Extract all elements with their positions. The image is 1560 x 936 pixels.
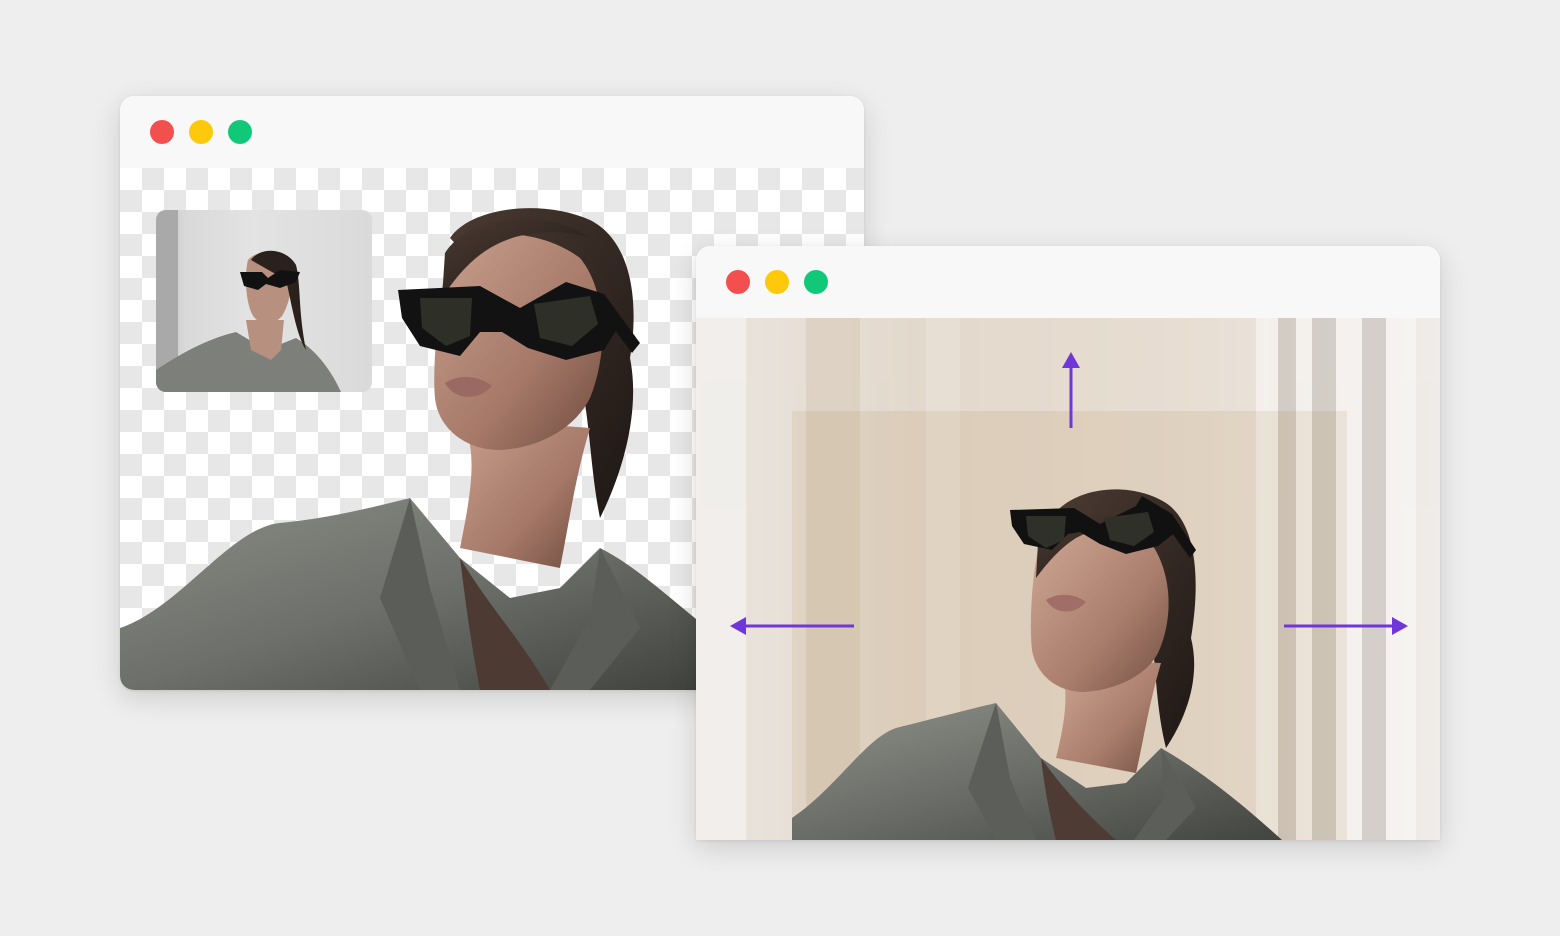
- window-titlebar[interactable]: [696, 246, 1440, 318]
- close-button[interactable]: [150, 120, 174, 144]
- window-titlebar[interactable]: [120, 96, 864, 168]
- expanded-background-window: [696, 246, 1440, 840]
- original-image-thumbnail[interactable]: [156, 210, 372, 392]
- arrow-left-icon: [730, 617, 854, 635]
- original-photo: [156, 210, 341, 392]
- zoom-button[interactable]: [804, 270, 828, 294]
- minimize-button[interactable]: [189, 120, 213, 144]
- arrow-up-icon: [1062, 352, 1080, 428]
- minimize-button[interactable]: [765, 270, 789, 294]
- expanded-canvas: [696, 318, 1440, 840]
- zoom-button[interactable]: [228, 120, 252, 144]
- arrow-right-icon: [1284, 617, 1408, 635]
- close-button[interactable]: [726, 270, 750, 294]
